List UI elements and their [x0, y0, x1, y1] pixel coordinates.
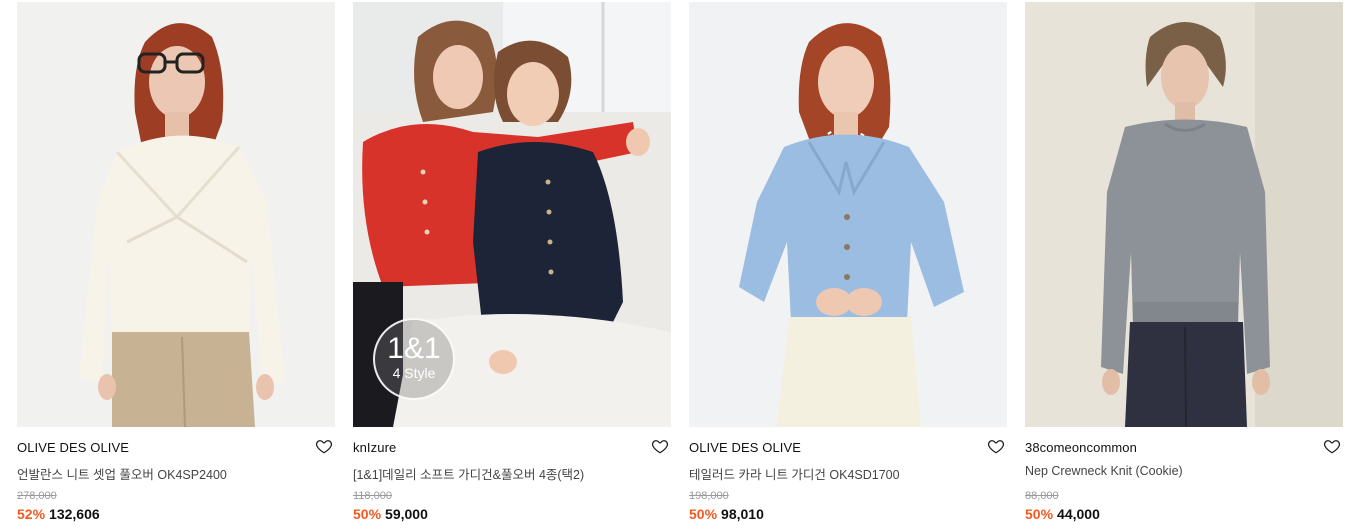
brand-name[interactable]: OLIVE DES OLIVE [17, 440, 129, 455]
wishlist-heart-icon[interactable] [315, 437, 333, 455]
discount-rate: 50% [353, 506, 382, 522]
product-image[interactable] [1025, 2, 1343, 427]
product-photo-blue-cardigan [689, 2, 1007, 427]
product-card[interactable]: OLIVE DES OLIVE 언발란스 니트 셋업 풀오버 OK4SP2400… [17, 2, 335, 530]
original-price: 198,000 [689, 490, 729, 502]
product-card[interactable]: OLIVE DES OLIVE 테일러드 카라 니트 가디건 OK4SD1700… [689, 2, 1007, 530]
original-price: 278,000 [17, 490, 57, 502]
price-line: 50% 98,010 [689, 506, 764, 522]
product-card[interactable]: 1&1 4 Style knIzure [1&1]데일리 소프트 가디건&풀오버… [353, 2, 671, 530]
product-name[interactable]: 언발란스 니트 셋업 풀오버 OK4SP2400 [17, 464, 227, 483]
product-name[interactable]: 테일러드 카라 니트 가디건 OK4SD1700 [689, 464, 900, 483]
wishlist-heart-icon[interactable] [651, 437, 669, 455]
brand-name[interactable]: knIzure [353, 440, 396, 455]
sale-price: 132,606 [49, 506, 100, 522]
discount-rate: 52% [17, 506, 46, 522]
original-price: 118,000 [353, 490, 392, 502]
product-name[interactable]: Nep Crewneck Knit (Cookie) [1025, 464, 1183, 478]
badge-main-text: 1&1 [387, 332, 441, 365]
price-line: 50% 44,000 [1025, 506, 1100, 522]
brand-name[interactable]: 38comeoncommon [1025, 440, 1137, 455]
price-line: 52% 132,606 [17, 506, 100, 522]
product-image[interactable]: 1&1 4 Style [353, 2, 671, 427]
wishlist-heart-icon[interactable] [987, 437, 1005, 455]
product-name[interactable]: [1&1]데일리 소프트 가디건&풀오버 4종(택2) [353, 464, 584, 483]
sale-price: 44,000 [1057, 506, 1100, 522]
original-price: 88,000 [1025, 490, 1059, 502]
discount-rate: 50% [689, 506, 718, 522]
promo-badge: 1&1 4 Style [373, 318, 455, 400]
discount-rate: 50% [1025, 506, 1054, 522]
product-image[interactable] [17, 2, 335, 427]
wishlist-heart-icon[interactable] [1323, 437, 1341, 455]
sale-price: 59,000 [385, 506, 428, 522]
badge-sub-text: 4 Style [392, 365, 436, 381]
product-grid: OLIVE DES OLIVE 언발란스 니트 셋업 풀오버 OK4SP2400… [0, 0, 1345, 532]
product-photo-white-knit [17, 2, 335, 427]
product-photo-grey-knit [1025, 2, 1343, 427]
product-image[interactable] [689, 2, 1007, 427]
product-card[interactable]: 38comeoncommon Nep Crewneck Knit (Cookie… [1025, 2, 1343, 530]
sale-price: 98,010 [721, 506, 764, 522]
price-line: 50% 59,000 [353, 506, 428, 522]
brand-name[interactable]: OLIVE DES OLIVE [689, 440, 801, 455]
